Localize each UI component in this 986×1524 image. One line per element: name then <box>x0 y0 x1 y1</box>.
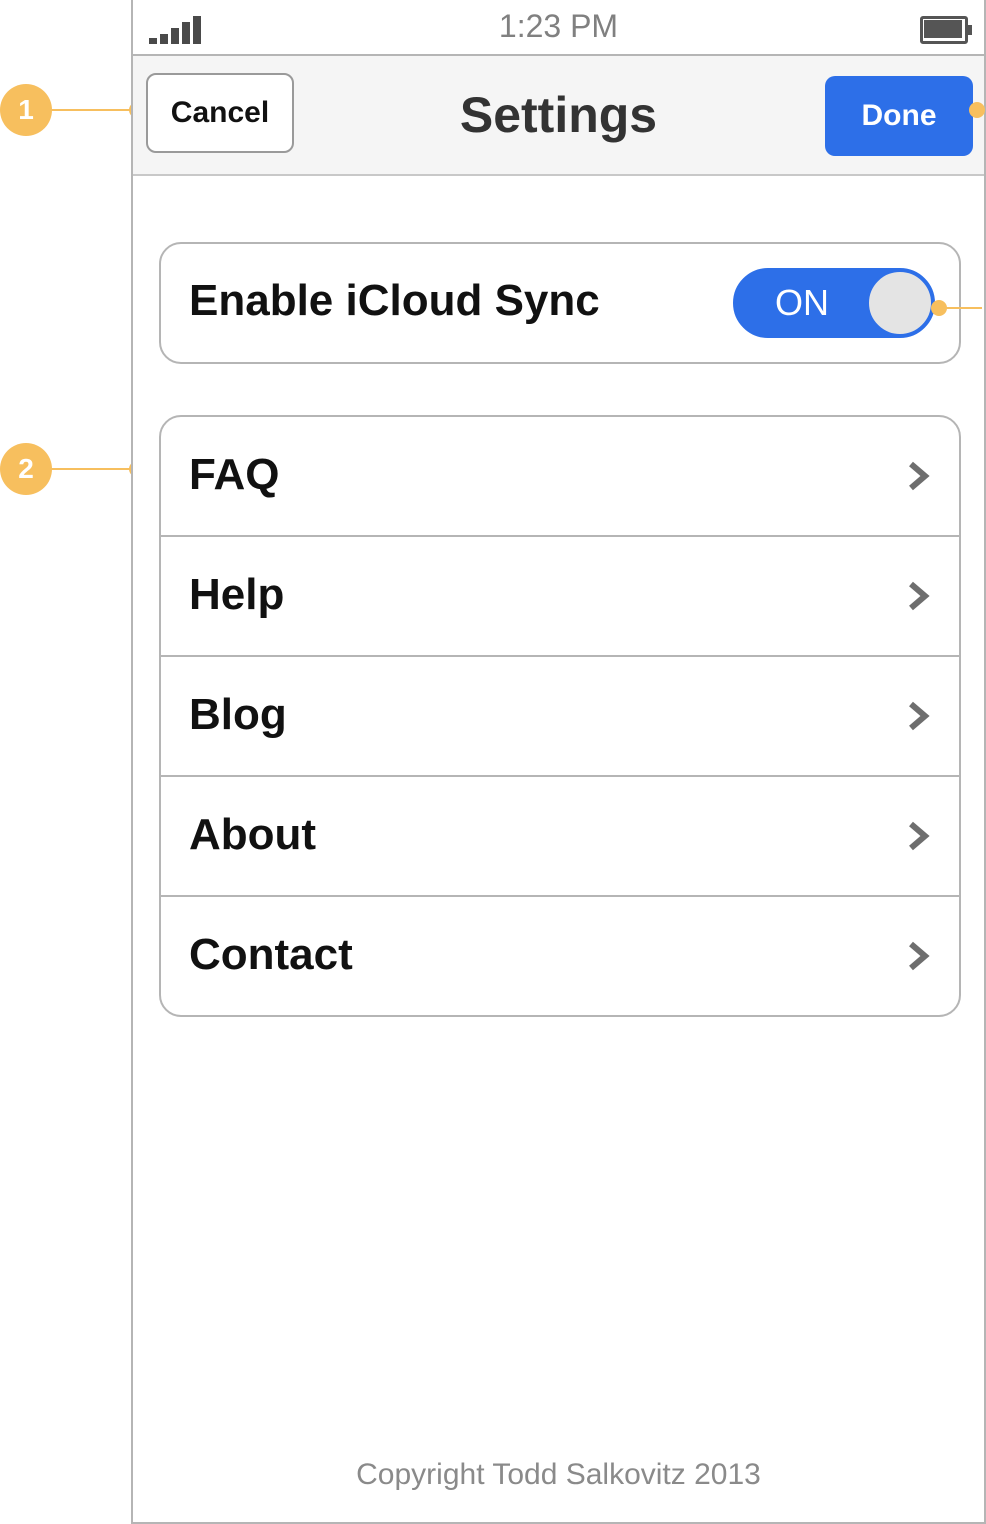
battery-icon <box>920 16 972 44</box>
copyright-footer: Copyright Todd Salkovitz 2013 <box>356 1458 761 1491</box>
icloud-sync-toggle[interactable]: ON <box>733 268 935 338</box>
chevron-right-icon <box>909 821 930 851</box>
menu-item-about[interactable]: About <box>161 777 959 897</box>
menu-item-faq[interactable]: FAQ <box>161 417 959 537</box>
navigation-bar: Cancel Settings Done <box>133 56 984 176</box>
phone-frame: 1:23 PM Cancel Settings Done Enable iClo… <box>131 0 986 1524</box>
menu-item-label: Help <box>189 570 285 619</box>
menu-item-blog[interactable]: Blog <box>161 657 959 777</box>
status-bar: 1:23 PM <box>133 0 984 56</box>
menu-item-help[interactable]: Help <box>161 537 959 657</box>
menu-item-label: FAQ <box>189 450 280 499</box>
menu-item-label: Contact <box>189 930 353 979</box>
status-time: 1:23 PM <box>498 8 619 44</box>
menu-item-label: Blog <box>189 690 287 739</box>
toggle-knob <box>867 270 933 336</box>
menu-item-contact[interactable]: Contact <box>161 897 959 1015</box>
icloud-sync-cell: Enable iCloud Sync ON <box>159 242 961 364</box>
callout-badge-2: 2 <box>0 443 52 495</box>
callout-line-2 <box>48 468 136 470</box>
chevron-right-icon <box>909 461 930 491</box>
callout-line-1 <box>48 109 136 111</box>
settings-menu-list: FAQ Help Blog About Contact <box>159 415 961 1017</box>
chevron-right-icon <box>909 581 930 611</box>
icloud-sync-label: Enable iCloud Sync <box>189 276 600 325</box>
toggle-state-text: ON <box>775 282 829 323</box>
callout-badge-1: 1 <box>0 84 52 136</box>
callout-line-toggle <box>939 307 982 309</box>
menu-item-label: About <box>189 810 317 859</box>
callout-dot-done <box>969 102 985 118</box>
chevron-right-icon <box>909 941 930 971</box>
chevron-right-icon <box>909 701 930 731</box>
done-button[interactable]: Done <box>825 76 973 156</box>
